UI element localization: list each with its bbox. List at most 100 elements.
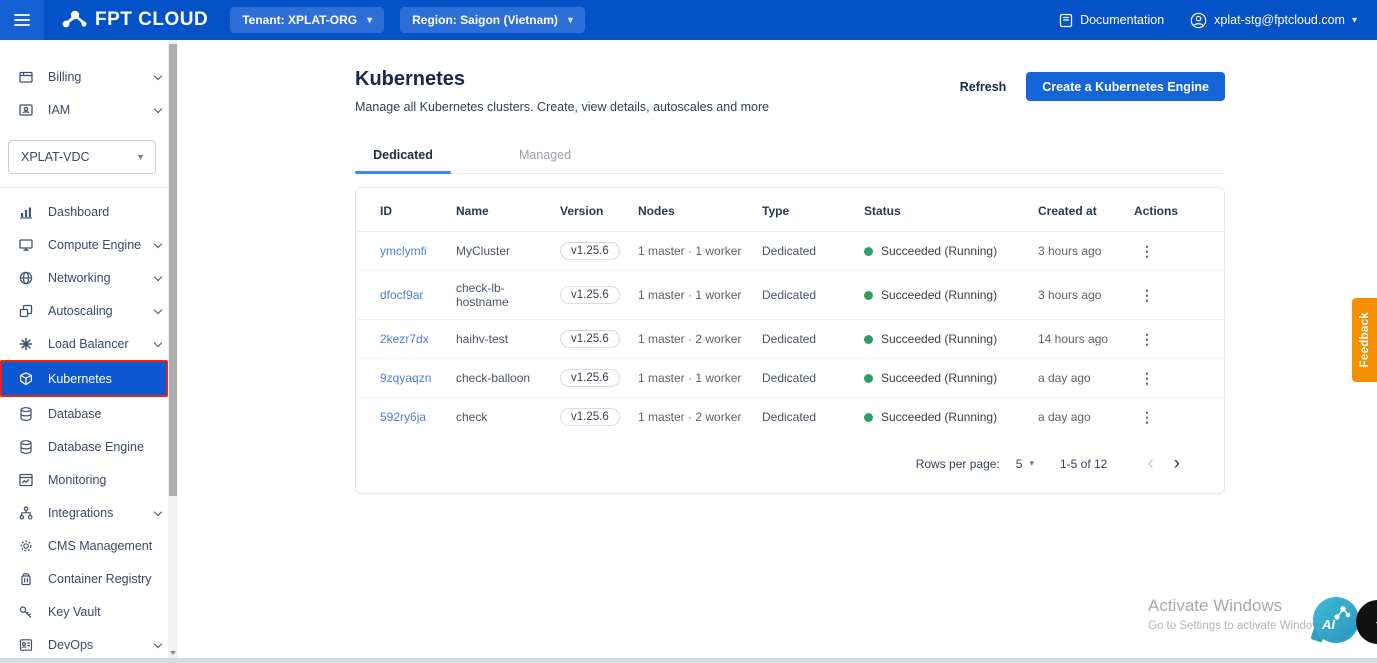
status-text: Succeeded (Running) xyxy=(881,244,998,258)
previous-page-button[interactable]: ‹ xyxy=(1137,454,1163,473)
refresh-button[interactable]: Refresh xyxy=(960,80,1007,94)
sidebar-item-cms-management[interactable]: CMS Management xyxy=(0,529,178,562)
documentation-link[interactable]: Documentation xyxy=(1059,13,1164,28)
sitemap-icon xyxy=(18,505,34,521)
sidebar-item-container-registry[interactable]: Container Registry xyxy=(0,562,178,595)
container-icon xyxy=(18,571,34,587)
cluster-type: Dedicated xyxy=(762,410,817,424)
create-kubernetes-engine-button[interactable]: Create a Kubernetes Engine xyxy=(1026,72,1225,101)
status-text: Succeeded (Running) xyxy=(881,332,998,346)
version-badge: v1.25.6 xyxy=(560,369,620,387)
monitor-icon xyxy=(18,237,34,253)
clusters-table: ID Name Version Nodes Type Status Create… xyxy=(356,188,1226,436)
col-status: Status xyxy=(864,188,1038,232)
sidebar-item-integrations[interactable]: Integrations xyxy=(0,496,178,529)
next-page-button[interactable]: › xyxy=(1164,454,1190,473)
rows-per-page-select[interactable]: 5 ▾ xyxy=(1016,457,1034,471)
row-actions-menu-icon[interactable]: ⋮ xyxy=(1134,243,1160,259)
cluster-name: haihv-test xyxy=(456,319,560,359)
cluster-nodes: 1 master · 2 worker xyxy=(638,410,742,424)
version-badge: v1.25.6 xyxy=(560,242,620,260)
col-actions: Actions xyxy=(1134,188,1226,232)
sidebar-item-database-engine[interactable]: Database Engine xyxy=(0,430,178,463)
topbar: FPT CLOUD Tenant: XPLAT-ORG ▾ Region: Sa… xyxy=(0,0,1377,40)
sidebar-scrollbar-thumb[interactable] xyxy=(169,44,177,496)
cluster-created-at: a day ago xyxy=(1038,410,1091,424)
chevron-down-icon xyxy=(152,643,164,647)
tab-managed[interactable]: Managed xyxy=(497,140,593,173)
caret-down-icon: ▾ xyxy=(137,151,143,163)
sidebar-item-devops[interactable]: DevOps xyxy=(0,628,178,661)
sidebar-item-kubernetes[interactable]: Kubernetes xyxy=(0,360,168,397)
status-dot-icon xyxy=(864,373,873,383)
bottom-edge-strip xyxy=(0,658,1377,663)
status-dot-icon xyxy=(864,290,873,300)
rows-per-page-label: Rows per page: xyxy=(915,456,1000,471)
sidebar-item-monitoring[interactable]: Monitoring xyxy=(0,463,178,496)
sidebar-scrollbar-track[interactable] xyxy=(168,40,178,663)
page-title: Kubernetes xyxy=(355,68,466,90)
book-icon xyxy=(1059,13,1073,28)
row-actions-menu-icon[interactable]: ⋮ xyxy=(1134,370,1160,386)
ai-assistant-widget[interactable]: AI xyxy=(1313,597,1361,645)
cluster-nodes: 1 master · 1 worker xyxy=(638,231,762,271)
cluster-nodes: 1 master · 2 worker xyxy=(638,319,762,359)
version-badge: v1.25.6 xyxy=(560,286,620,304)
cluster-name: check xyxy=(456,410,488,424)
cluster-type: Dedicated xyxy=(762,231,864,271)
monitoring-icon xyxy=(18,472,34,488)
cluster-type: Dedicated xyxy=(762,358,864,398)
page-subtitle: Manage all Kubernetes clusters. Create, … xyxy=(355,100,770,114)
cluster-name: check-balloon xyxy=(456,358,560,398)
version-badge: v1.25.6 xyxy=(560,330,620,348)
caret-down-icon: ▾ xyxy=(367,14,373,26)
sidebar-item-iam[interactable]: IAM xyxy=(0,93,178,126)
cluster-id-link[interactable]: 2kezr7dx xyxy=(380,332,429,346)
cluster-id-link[interactable]: dfocf9ar xyxy=(380,288,423,302)
screen: FPT CLOUD Tenant: XPLAT-ORG ▾ Region: Sa… xyxy=(0,0,1377,663)
table-row: 592ry6ja check v1.25.6 1 master · 2 work… xyxy=(356,398,1226,437)
sidebar: Billing IAM XPLAT-VDC ▾ Dashboard Comput… xyxy=(0,40,178,663)
molecule-icon xyxy=(1331,603,1353,625)
sidebar-item-autoscaling[interactable]: Autoscaling xyxy=(0,294,178,327)
sidebar-item-compute-engine[interactable]: Compute Engine xyxy=(0,228,178,261)
tenant-selector[interactable]: Tenant: XPLAT-ORG ▾ xyxy=(230,7,385,33)
row-actions-menu-icon[interactable]: ⋮ xyxy=(1134,409,1160,425)
region-selector[interactable]: Region: Saigon (Vietnam) ▾ xyxy=(400,7,585,33)
sidebar-item-billing[interactable]: Billing xyxy=(0,60,178,93)
sidebar-item-database[interactable]: Database xyxy=(0,397,178,430)
menu-button[interactable] xyxy=(0,0,44,40)
pagination-range: 1-5 of 12 xyxy=(1059,456,1108,471)
sidebar-item-key-vault[interactable]: Key Vault xyxy=(0,595,178,628)
account-menu[interactable]: xplat-stg@fptcloud.com ▾ xyxy=(1190,12,1357,29)
row-actions-menu-icon[interactable]: ⋮ xyxy=(1134,331,1160,347)
cluster-id-link[interactable]: 9zqyaqzn xyxy=(380,371,431,385)
feedback-tab[interactable]: Feedback xyxy=(1352,298,1377,382)
row-actions-menu-icon[interactable]: ⋮ xyxy=(1134,287,1160,303)
database-engine-icon xyxy=(18,439,34,455)
cluster-id-link[interactable]: 592ry6ja xyxy=(380,410,426,424)
caret-down-icon: ▾ xyxy=(1351,14,1357,26)
status-dot-icon xyxy=(864,246,873,256)
col-nodes: Nodes xyxy=(638,188,762,232)
tab-dedicated[interactable]: Dedicated xyxy=(355,140,451,174)
cluster-type: Dedicated xyxy=(762,319,864,359)
cluster-name: MyCluster xyxy=(456,231,560,271)
activate-windows-watermark: Activate Windows Go to Settings to activ… xyxy=(1148,596,1327,632)
pagination: Rows per page: 5 ▾ 1-5 of 12 ‹ › xyxy=(356,436,1224,479)
sidebar-item-load-balancer[interactable]: Load Balancer xyxy=(0,327,178,360)
sidebar-item-dashboard[interactable]: Dashboard xyxy=(0,195,178,228)
cluster-id-link[interactable]: ymclymfi xyxy=(380,244,427,258)
table-row: dfocf9ar check-lb-hostname v1.25.6 1 mas… xyxy=(356,270,1226,320)
tab-bar: Dedicated Managed xyxy=(355,140,1225,174)
cluster-nodes: 1 master · 1 worker xyxy=(638,270,762,320)
cluster-name: check-lb-hostname xyxy=(456,270,560,320)
scrollbar-down-arrow-icon[interactable] xyxy=(170,651,176,655)
sidebar-item-networking[interactable]: Networking xyxy=(0,261,178,294)
asterisk-icon xyxy=(18,336,34,352)
hamburger-icon xyxy=(14,14,30,16)
status-dot-icon xyxy=(864,412,873,422)
vdc-selector[interactable]: XPLAT-VDC ▾ xyxy=(8,140,156,174)
bar-chart-icon xyxy=(18,204,34,220)
fpt-cloud-logo[interactable]: FPT CLOUD xyxy=(62,8,208,32)
